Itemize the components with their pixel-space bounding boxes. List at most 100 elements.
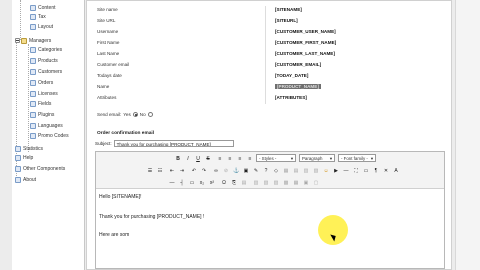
main-panel: Site name [SITENAME] Site URL [SITEURL] User… xyxy=(86,0,452,270)
strikethrough-button[interactable]: S xyxy=(204,154,212,162)
collapse-icon[interactable] xyxy=(15,38,20,43)
placeholder-value[interactable]: [SITENAME] xyxy=(275,7,302,12)
layer-icon[interactable]: ▤ xyxy=(240,178,248,186)
placeholder-row: Site name [SITENAME] xyxy=(95,6,355,14)
media-icon[interactable]: ▶ xyxy=(332,166,340,174)
bullet-list-icon[interactable]: ☰ xyxy=(146,166,154,174)
del-icon[interactable]: ▦ xyxy=(292,178,300,186)
sidebar-item-label: Promo Codes xyxy=(38,132,69,139)
bold-button[interactable]: B xyxy=(174,154,182,162)
style-props-icon[interactable]: ▥ xyxy=(252,178,260,186)
anchor-icon[interactable]: ⚓ xyxy=(232,166,240,174)
placeholder-row: Last Name [CUSTOMER_LAST_NAME] xyxy=(95,50,355,58)
sidebar-item-fields[interactable]: Fields xyxy=(30,99,51,108)
link-icon[interactable]: ∞ xyxy=(212,166,220,174)
sidebar-item-layout[interactable]: Layout xyxy=(30,22,53,31)
html-source-icon[interactable]: ◇ xyxy=(272,166,280,174)
sidebar-item-categories[interactable]: Categories xyxy=(30,45,62,54)
sidebar-item-products[interactable]: Products xyxy=(30,56,58,65)
placeholder-value[interactable]: [TODAY_DATE] xyxy=(275,73,308,78)
table-icon[interactable]: ▦ xyxy=(282,166,290,174)
sidebar-item-orders[interactable]: Orders xyxy=(30,78,53,87)
send-email-no-radio[interactable] xyxy=(147,112,153,117)
tree-line xyxy=(28,44,29,152)
sidebar-item-tax[interactable]: Tax xyxy=(30,12,46,21)
attribs-icon[interactable]: ▢ xyxy=(312,178,320,186)
placeholder-key: Last Name xyxy=(97,51,120,56)
page-icon xyxy=(30,4,36,11)
insert-line-icon[interactable]: ┤ xyxy=(178,178,186,186)
italic-button[interactable]: I xyxy=(184,154,192,162)
placeholder-value[interactable]: [CUSTOMER_LAST_NAME] xyxy=(275,51,335,56)
sidebar-item-label: Statistics xyxy=(23,145,44,152)
ins-icon[interactable]: ▣ xyxy=(302,178,310,186)
editor-line: Thank you for purchasing [PRODUCT_NAME] … xyxy=(99,214,205,220)
remove-format-icon[interactable]: ✕ xyxy=(382,166,390,174)
page-icon xyxy=(30,46,36,53)
cleanup-icon[interactable]: ✎ xyxy=(252,166,260,174)
special-char-icon[interactable]: Ω xyxy=(220,178,228,186)
align-left-icon[interactable]: ≡ xyxy=(216,154,224,162)
sidebar-item-content[interactable]: Content xyxy=(30,3,56,12)
editor-toolbar-row-3: — ┤ ▭ x₂ x² Ω ⎘ ▤ ▥ ▧ ▨ ▩ ▦ ▣ ▢ xyxy=(96,176,444,188)
cite-icon[interactable]: ▧ xyxy=(262,178,270,186)
numbered-list-icon[interactable]: ☷ xyxy=(156,166,164,174)
align-center-icon[interactable]: ≡ xyxy=(226,154,234,162)
image-icon[interactable]: ▣ xyxy=(242,166,250,174)
send-email-yes-radio[interactable] xyxy=(132,112,138,117)
sidebar-item-languages[interactable]: Languages xyxy=(30,121,63,130)
placeholder-key: Site name xyxy=(97,7,118,12)
table-row-icon[interactable]: ▤ xyxy=(292,166,300,174)
page-icon xyxy=(30,90,36,97)
unlink-icon[interactable]: ⊘ xyxy=(222,166,230,174)
table-merge-icon[interactable]: ▧ xyxy=(312,166,320,174)
align-right-icon[interactable]: ≡ xyxy=(236,154,244,162)
sidebar-item-licenses[interactable]: Licenses xyxy=(30,89,58,98)
paragraph-select[interactable]: Paragraph ▼ xyxy=(299,154,335,162)
justify-icon[interactable]: ≡ xyxy=(246,154,254,162)
placeholder-value[interactable]: [CUSTOMER_EMAIL] xyxy=(275,62,321,67)
undo-icon[interactable]: ↶ xyxy=(190,166,198,174)
subject-label: Subject: xyxy=(95,141,112,146)
indent-icon[interactable]: ⇥ xyxy=(178,166,186,174)
placeholder-value[interactable]: [PRODUCT_NAME] xyxy=(275,84,321,89)
acronym-icon[interactable]: ▩ xyxy=(282,178,290,186)
subscript-button[interactable]: x₂ xyxy=(198,178,206,186)
placeholder-value[interactable]: [ATTRIBUTES] xyxy=(275,95,307,100)
sidebar-item-customers[interactable]: Customers xyxy=(30,67,62,76)
visual-aid-icon[interactable]: ⎘ xyxy=(230,178,238,186)
outdent-icon[interactable]: ⇤ xyxy=(168,166,176,174)
sidebar-item-other-components[interactable]: Other Components xyxy=(15,164,65,173)
horizontal-rule-icon[interactable]: — xyxy=(342,166,350,174)
underline-button[interactable]: U xyxy=(194,154,202,162)
sidebar-item-help[interactable]: Help xyxy=(15,153,33,162)
sidebar-item-promo-codes[interactable]: Promo Codes xyxy=(30,131,69,140)
placeholder-value[interactable]: [SITEURL] xyxy=(275,18,298,23)
font-color-icon[interactable]: A xyxy=(392,166,400,174)
template-icon[interactable]: ▭ xyxy=(362,166,370,174)
help-icon[interactable]: ? xyxy=(262,166,270,174)
placeholder-row: Site URL [SITEURL] xyxy=(95,17,355,25)
table-properties-icon[interactable]: ▭ xyxy=(188,178,196,186)
sidebar-item-about[interactable]: About xyxy=(15,175,36,184)
sidebar-item-statistics[interactable]: Statistics xyxy=(15,144,43,153)
sidebar-item-managers[interactable]: Managers xyxy=(15,36,51,45)
editor-content[interactable]: Hello [SITENAME]! Thank you for purchasi… xyxy=(96,188,444,269)
placeholder-value[interactable]: [CUSTOMER_FIRST_NAME] xyxy=(275,40,336,45)
abbr-icon[interactable]: ▨ xyxy=(272,178,280,186)
page-icon xyxy=(30,57,36,64)
styles-select[interactable]: - Styles - ▼ xyxy=(256,154,296,162)
font-family-select[interactable]: - Font family - ▼ xyxy=(338,154,376,162)
subject-input[interactable]: Thank you for purchasing [PRODUCT_NAME] xyxy=(113,140,234,147)
superscript-button[interactable]: x² xyxy=(208,178,216,186)
sidebar-item-plugins[interactable]: Plugins xyxy=(30,110,54,119)
placeholder-value[interactable]: [CUSTOMER_USER_NAME] xyxy=(275,29,336,34)
placeholder-key: Username xyxy=(97,29,119,34)
table-col-icon[interactable]: ▥ xyxy=(302,166,310,174)
horizontal-line-icon[interactable]: — xyxy=(168,178,176,186)
fullscreen-icon[interactable]: ⛶ xyxy=(352,166,360,174)
redo-icon[interactable]: ↷ xyxy=(200,166,208,174)
styles-select-value: - Styles - xyxy=(259,156,277,161)
nonbreaking-icon[interactable]: ¶ xyxy=(372,166,380,174)
emoticon-icon[interactable]: ☺ xyxy=(322,166,330,174)
